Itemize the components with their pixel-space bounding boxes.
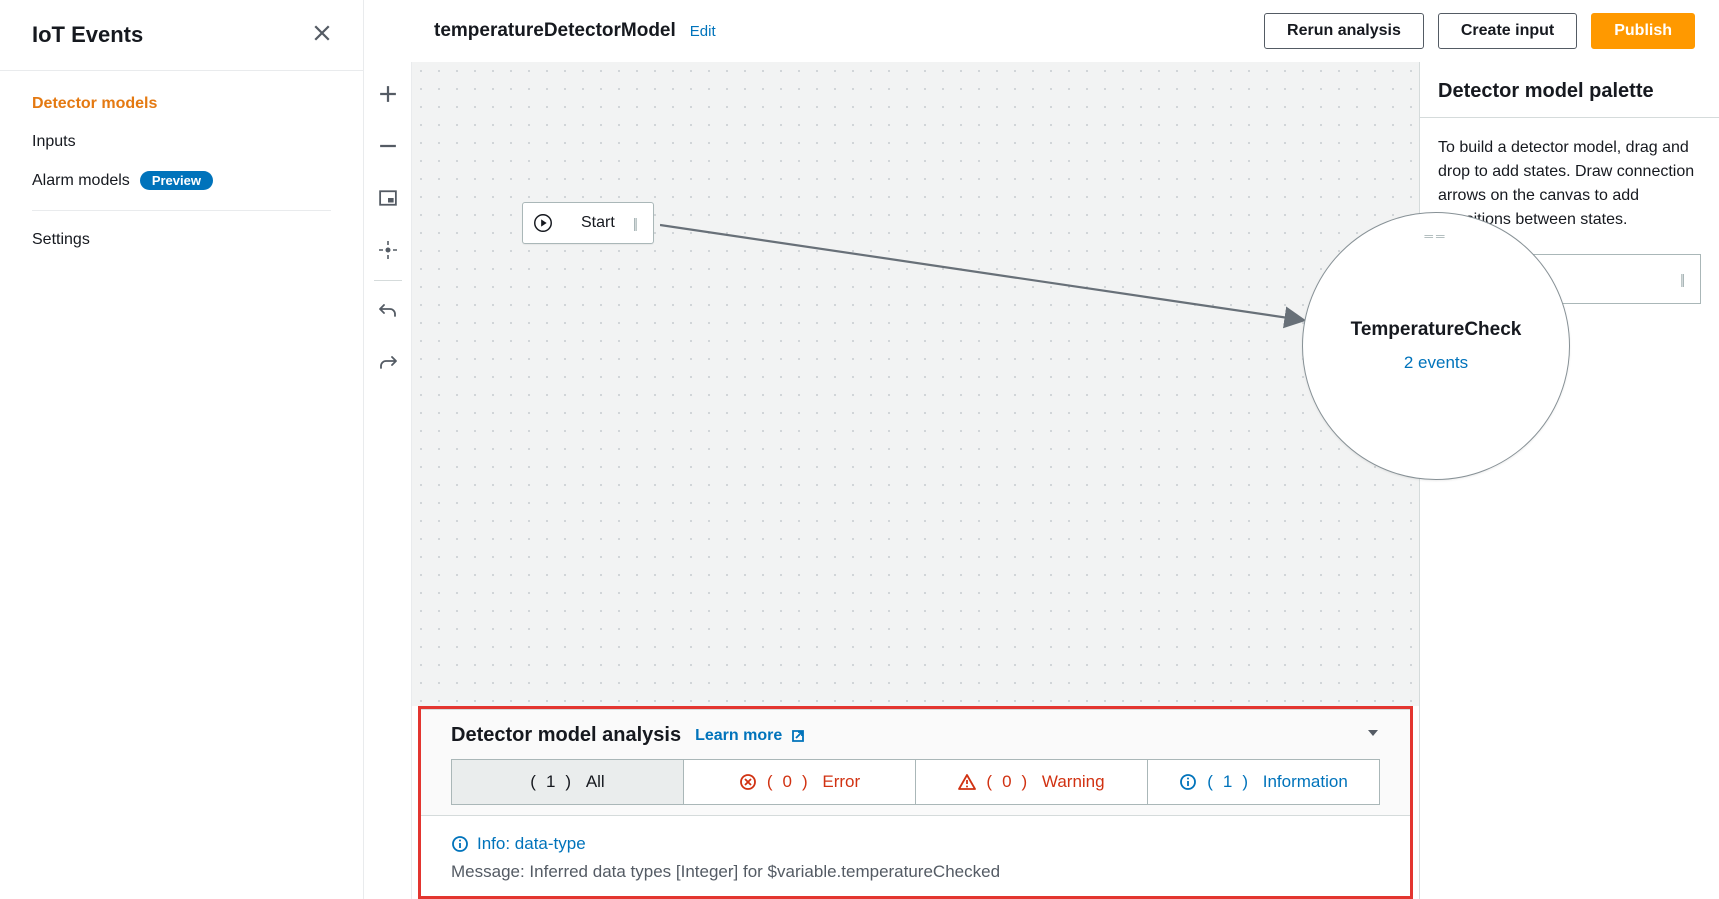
sidebar-item-label: Alarm models (32, 172, 130, 190)
sidebar-header: IoT Events (0, 0, 363, 71)
workspace: Start || ══ TemperatureCheck (364, 62, 1719, 899)
state-name: TemperatureCheck (1351, 319, 1522, 341)
canvas-wrap: Start || ══ TemperatureCheck (412, 62, 1419, 899)
canvas[interactable]: Start || ══ TemperatureCheck (412, 62, 1419, 706)
transition-arrow (660, 217, 1310, 377)
filter-all[interactable]: (1) All (451, 759, 684, 805)
tool-column (364, 62, 412, 899)
topbar: temperatureDetectorModel Edit Rerun anal… (364, 0, 1719, 62)
filter-row: (1) All (0) Error (0) Warning (1) I (421, 759, 1410, 815)
palette-title: Detector model palette (1420, 62, 1719, 118)
learn-more-label: Learn more (695, 727, 782, 745)
drag-grip-icon[interactable]: || (633, 215, 653, 231)
filter-warning[interactable]: (0) Warning (916, 759, 1148, 805)
learn-more-link[interactable]: Learn more (695, 727, 806, 745)
undo-icon[interactable] (364, 285, 412, 337)
sidebar-item-label: Detector models (32, 95, 157, 113)
sidebar-item-alarm-models[interactable]: Alarm models Preview (32, 161, 331, 200)
app-title: IoT Events (32, 22, 143, 48)
state-node[interactable]: ══ TemperatureCheck 2 events (1302, 212, 1570, 480)
rerun-analysis-button[interactable]: Rerun analysis (1264, 13, 1424, 49)
create-input-button[interactable]: Create input (1438, 13, 1577, 49)
sidebar-item-inputs[interactable]: Inputs (32, 123, 331, 161)
error-icon (739, 773, 757, 791)
analysis-message-body: Message: Inferred data types [Integer] f… (451, 862, 1380, 882)
zoom-out-icon[interactable] (364, 120, 412, 172)
publish-button[interactable]: Publish (1591, 13, 1695, 49)
sidebar-item-label: Settings (32, 231, 90, 249)
sidebar-item-detector-models[interactable]: Detector models (32, 85, 331, 123)
main: temperatureDetectorModel Edit Rerun anal… (364, 0, 1719, 899)
analysis-message: Info: data-type Message: Inferred data t… (421, 815, 1410, 896)
sidebar-item-label: Inputs (32, 133, 76, 151)
preview-badge: Preview (140, 171, 213, 190)
fit-screen-icon[interactable] (364, 172, 412, 224)
redo-icon[interactable] (364, 337, 412, 389)
drag-grip-icon[interactable]: ══ (1424, 229, 1447, 243)
close-icon[interactable] (313, 22, 331, 48)
chevron-down-icon[interactable] (1366, 726, 1380, 745)
info-icon (451, 835, 469, 853)
analysis-title: Detector model analysis (451, 724, 681, 747)
divider (32, 210, 331, 211)
state-events-link[interactable]: 2 events (1404, 353, 1468, 373)
external-link-icon (790, 728, 806, 744)
analysis-message-title[interactable]: Info: data-type (451, 834, 1380, 854)
filter-information[interactable]: (1) Information (1148, 759, 1380, 805)
analysis-panel: Detector model analysis Learn more (1) A… (421, 709, 1410, 896)
model-name: temperatureDetectorModel (434, 20, 676, 42)
drag-grip-icon[interactable]: || (1680, 271, 1700, 287)
warning-icon (958, 773, 976, 791)
center-icon[interactable] (364, 224, 412, 276)
palette: Detector model palette To build a detect… (1419, 62, 1719, 899)
zoom-in-icon[interactable] (364, 68, 412, 120)
edit-link[interactable]: Edit (690, 23, 716, 40)
analysis-highlight: Detector model analysis Learn more (1) A… (418, 706, 1413, 899)
sidebar-item-settings[interactable]: Settings (32, 221, 331, 259)
start-label: Start (563, 214, 633, 232)
start-node[interactable]: Start || (522, 202, 654, 244)
sidebar: IoT Events Detector models Inputs Alarm … (0, 0, 364, 899)
filter-error[interactable]: (0) Error (684, 759, 916, 805)
info-icon (1179, 773, 1197, 791)
nav-list: Detector models Inputs Alarm models Prev… (0, 71, 363, 273)
analysis-header: Detector model analysis Learn more (421, 710, 1410, 759)
play-icon (523, 212, 563, 234)
